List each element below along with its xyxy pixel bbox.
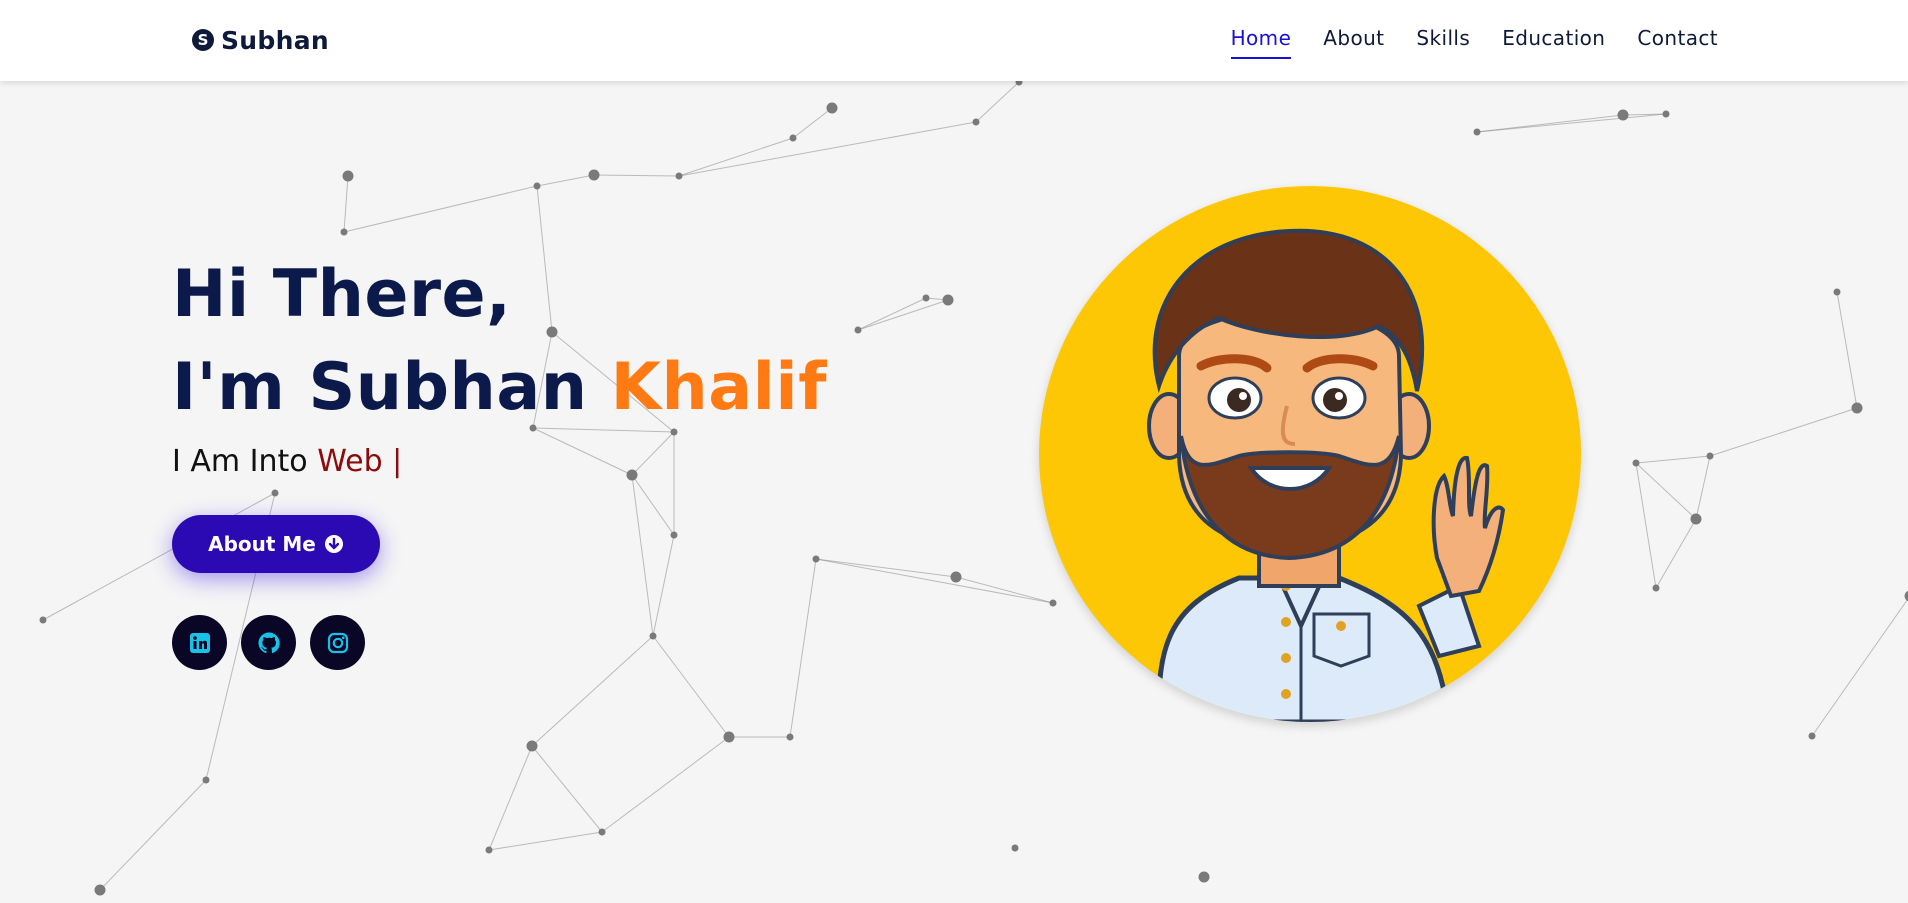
brand-logo[interactable]: S Subhan xyxy=(191,22,329,58)
brand-name: Subhan xyxy=(221,25,329,55)
avatar-illustration xyxy=(1147,228,1506,722)
nav-links: Home About Skills Education Contact xyxy=(1230,26,1718,59)
hero-section: Hi There, I'm Subhan Khalif I Am Into We… xyxy=(172,248,827,670)
linkedin-link[interactable] xyxy=(172,615,227,670)
navbar: S Subhan Home About Skills Education Con… xyxy=(0,0,1908,81)
hero-name: I'm Subhan Khalif xyxy=(172,341,827,434)
nav-skills[interactable]: Skills xyxy=(1416,26,1470,59)
svg-text:S: S xyxy=(198,31,209,49)
skype-icon: S xyxy=(192,29,214,51)
instagram-link[interactable] xyxy=(310,615,365,670)
typed-word: Web | xyxy=(317,444,403,479)
nav-contact[interactable]: Contact xyxy=(1637,26,1718,59)
typed-text: I Am Into Web | xyxy=(172,444,827,479)
typed-prefix: I Am Into xyxy=(172,444,308,479)
hero-name-prefix: I'm Subhan xyxy=(172,350,588,425)
nav-about[interactable]: About xyxy=(1323,26,1384,59)
arrow-down-circle-icon xyxy=(324,535,343,553)
instagram-icon xyxy=(327,632,348,653)
about-me-button[interactable]: About Me xyxy=(172,515,380,573)
github-link[interactable] xyxy=(241,615,296,670)
social-links xyxy=(172,615,827,670)
about-me-label: About Me xyxy=(208,532,316,556)
profile-avatar xyxy=(1039,186,1581,722)
hero-name-highlight: Khalif xyxy=(610,350,827,425)
nav-education[interactable]: Education xyxy=(1502,26,1605,59)
linkedin-icon xyxy=(189,632,210,653)
nav-home[interactable]: Home xyxy=(1230,26,1292,59)
hero-greeting: Hi There, xyxy=(172,257,512,332)
github-icon xyxy=(258,632,280,653)
